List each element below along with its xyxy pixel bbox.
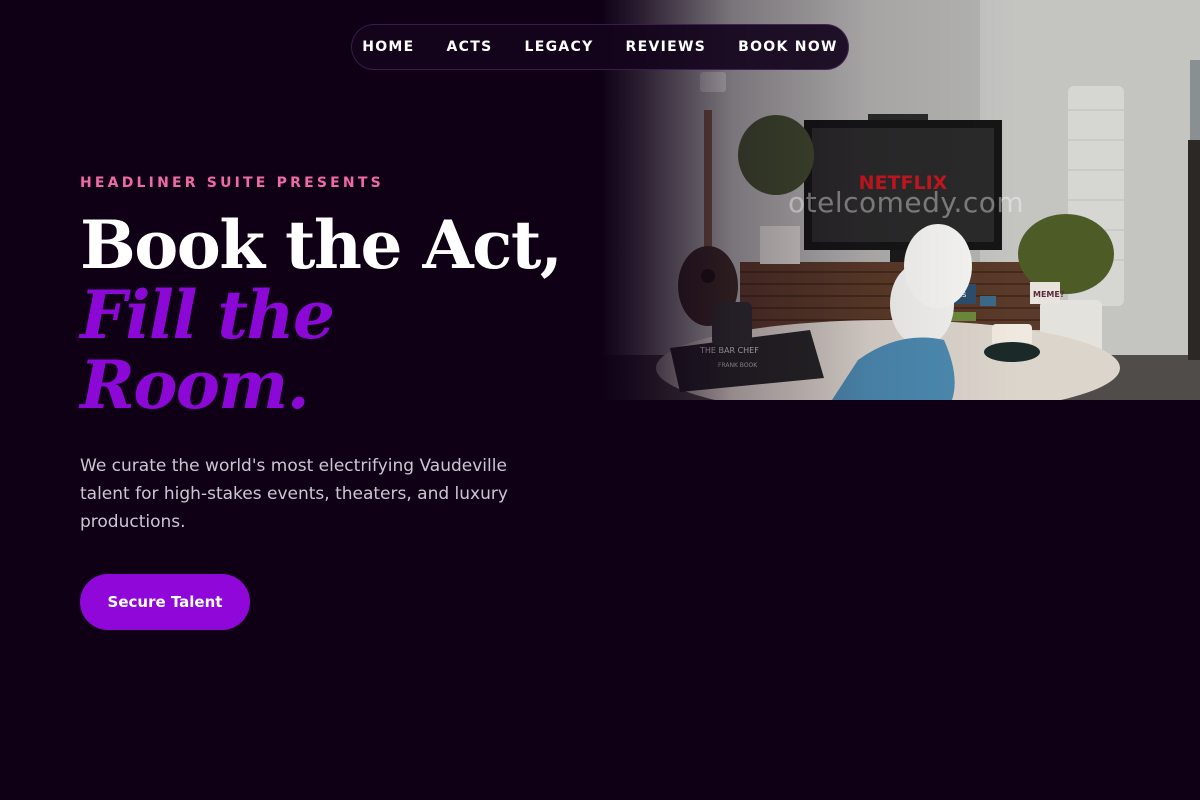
headline-line-2: Fill the: [80, 276, 335, 354]
headline-line-1: Book the Act,: [80, 206, 563, 284]
left-pot: [760, 226, 800, 264]
nav-reviews-link[interactable]: REVIEWS: [626, 39, 707, 55]
guitar-neck: [704, 110, 712, 252]
hero-subtext: We curate the world's most electrifying …: [80, 456, 508, 532]
shelf-edge: [1188, 140, 1200, 360]
nav-home-link[interactable]: HOME: [362, 39, 414, 55]
secure-talent-button[interactable]: Secure Talent: [80, 574, 250, 630]
book-title: THE BAR CHEF: [699, 346, 759, 355]
nav-book-now-link[interactable]: BOOK NOW: [738, 39, 838, 55]
soundbar: [868, 114, 928, 120]
headline-line-3: Room.: [80, 346, 310, 424]
top-nav: HOME ACTS LEGACY REVIEWS BOOK NOW: [351, 24, 849, 70]
small-pot: [712, 302, 752, 346]
window-edge: [1190, 60, 1200, 140]
watermark: otelcomedy.com: [788, 186, 1025, 219]
left-plant: [738, 115, 814, 195]
meme-sign-text: MEME?: [1033, 290, 1065, 299]
hero-headline: Book the Act, Fill the Room.: [80, 206, 563, 424]
sock-right: [904, 224, 972, 308]
coaster: [984, 342, 1040, 362]
hero-eyebrow: HEADLINER SUITE PRESENTS: [80, 175, 384, 191]
book-subtitle: FRANK BOOK: [718, 362, 758, 369]
nav-legacy-link[interactable]: LEGACY: [525, 39, 594, 55]
nav-acts-link[interactable]: ACTS: [447, 39, 493, 55]
thermostat: [700, 72, 726, 92]
